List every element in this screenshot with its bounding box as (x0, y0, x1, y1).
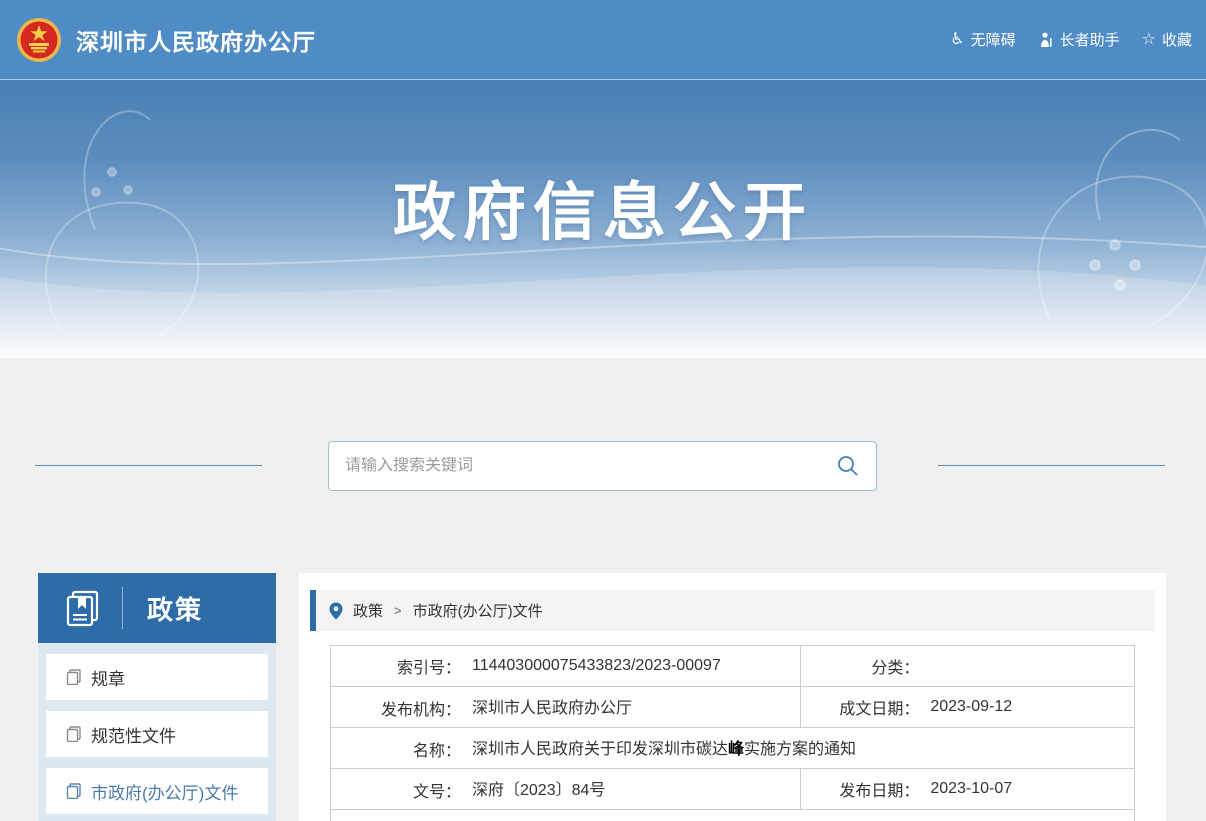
page-title: 政府信息公开 (0, 80, 1206, 253)
written-date-label: 成文日期： (801, 695, 919, 719)
name-highlighted-keyword: 峰 (728, 741, 744, 758)
sidebar-item-regulations[interactable]: 规章 (46, 654, 268, 700)
search-button[interactable] (836, 454, 860, 478)
document-icon (66, 726, 82, 742)
document-detail-card: 政策 > 市政府(办公厅)文件 索引号： 114403000075433823/2… (299, 573, 1166, 821)
publish-date-cell: 发布日期： 2023-10-07 (801, 769, 1135, 810)
search-box (328, 441, 877, 491)
table-row: 文号： 深府〔2023〕84号 发布日期： 2023-10-07 (331, 769, 1135, 810)
issuing-agency-value: 深圳市人民政府办公厅 (472, 700, 632, 717)
sidebar-item-municipal-documents[interactable]: 市政府(办公厅)文件 (46, 768, 268, 814)
elder-assist-icon (1038, 32, 1054, 48)
policy-sidebar: 政策 规章 规范性文件 (38, 573, 276, 821)
right-decorative-line (938, 465, 1165, 466)
issuing-agency-label: 发布机构： (331, 696, 461, 720)
index-number-value: 114403000075433823/2023-00097 (472, 657, 721, 674)
document-metadata-table: 索引号： 114403000075433823/2023-00097 分类： 发布… (330, 645, 1135, 821)
search-row (0, 441, 1206, 491)
elder-assist-label: 长者助手 (1060, 29, 1120, 50)
star-icon: ☆ (1142, 32, 1156, 48)
accessibility-link[interactable]: ♿ 无障碍 (950, 29, 1015, 50)
publish-date-value: 2023-10-07 (930, 780, 1012, 797)
document-number-label: 文号： (331, 778, 461, 802)
content-section: 政策 规章 规范性文件 (0, 358, 1206, 821)
left-decorative-line (35, 465, 262, 466)
document-name-cell: 名称： 深圳市人民政府关于印发深圳市碳达峰实施方案的通知 (331, 728, 1135, 769)
favorite-link[interactable]: ☆ 收藏 (1142, 29, 1192, 50)
top-utility-links: ♿ 无障碍 长者助手 ☆ 收藏 (950, 29, 1192, 50)
document-number-value: 深府〔2023〕84号 (472, 782, 605, 799)
name-text: 深圳市人民政府关于印发深圳市碳达 (472, 741, 728, 758)
publish-date-label: 发布日期： (801, 777, 919, 801)
sidebar-header: 政策 (38, 573, 276, 643)
accessibility-label: 无障碍 (971, 29, 1016, 50)
issuing-agency-cell: 发布机构： 深圳市人民政府办公厅 (331, 687, 801, 728)
breadcrumb: 政策 > 市政府(办公厅)文件 (310, 590, 1155, 631)
national-emblem-icon (16, 17, 62, 63)
search-input[interactable] (345, 457, 836, 475)
category-label: 分类： (801, 654, 919, 678)
favorite-label: 收藏 (1162, 29, 1192, 50)
breadcrumb-separator: > (394, 603, 402, 618)
breadcrumb-current[interactable]: 市政府(办公厅)文件 (413, 600, 543, 621)
policy-book-icon (64, 589, 102, 627)
table-row: 索引号： 114403000075433823/2023-00097 分类： (331, 646, 1135, 687)
accessibility-icon: ♿ (950, 32, 964, 48)
breadcrumb-policy[interactable]: 政策 (353, 600, 383, 621)
content-row: 政策 规章 规范性文件 (0, 573, 1206, 821)
top-header: 深圳市人民政府办公厅 ♿ 无障碍 长者助手 ☆ 收藏 (0, 0, 1206, 80)
elder-assist-link[interactable]: 长者助手 (1038, 29, 1120, 50)
table-row: 发布机构： 深圳市人民政府办公厅 成文日期： 2023-09-12 (331, 687, 1135, 728)
document-icon (66, 669, 82, 685)
name-text: 实施方案的通知 (744, 741, 856, 758)
sidebar-title: 政策 (147, 590, 203, 627)
sidebar-item-label: 规章 (91, 665, 125, 690)
truncated-row-cell (331, 810, 1135, 821)
index-number-label: 索引号： (331, 654, 461, 678)
sidebar-item-label: 市政府(办公厅)文件 (91, 779, 238, 804)
index-number-cell: 索引号： 114403000075433823/2023-00097 (331, 646, 801, 687)
site-title: 深圳市人民政府办公厅 (76, 23, 316, 57)
category-cell: 分类： (801, 646, 1135, 687)
written-date-cell: 成文日期： 2023-09-12 (801, 687, 1135, 728)
location-pin-icon (329, 602, 343, 620)
table-row (331, 810, 1135, 821)
search-icon (836, 454, 860, 478)
document-icon (66, 783, 82, 799)
document-name-value: 深圳市人民政府关于印发深圳市碳达峰实施方案的通知 (472, 741, 856, 758)
document-name-label: 名称： (331, 737, 461, 761)
sidebar-item-label: 规范性文件 (91, 722, 176, 747)
written-date-value: 2023-09-12 (930, 698, 1012, 715)
sidebar-header-divider (122, 587, 123, 629)
hero-banner: 政府信息公开 (0, 80, 1206, 358)
sidebar-list: 规章 规范性文件 市政府(办公厅)文件 (38, 643, 276, 821)
table-row: 名称： 深圳市人民政府关于印发深圳市碳达峰实施方案的通知 (331, 728, 1135, 769)
sidebar-item-normative-documents[interactable]: 规范性文件 (46, 711, 268, 757)
document-number-cell: 文号： 深府〔2023〕84号 (331, 769, 801, 810)
